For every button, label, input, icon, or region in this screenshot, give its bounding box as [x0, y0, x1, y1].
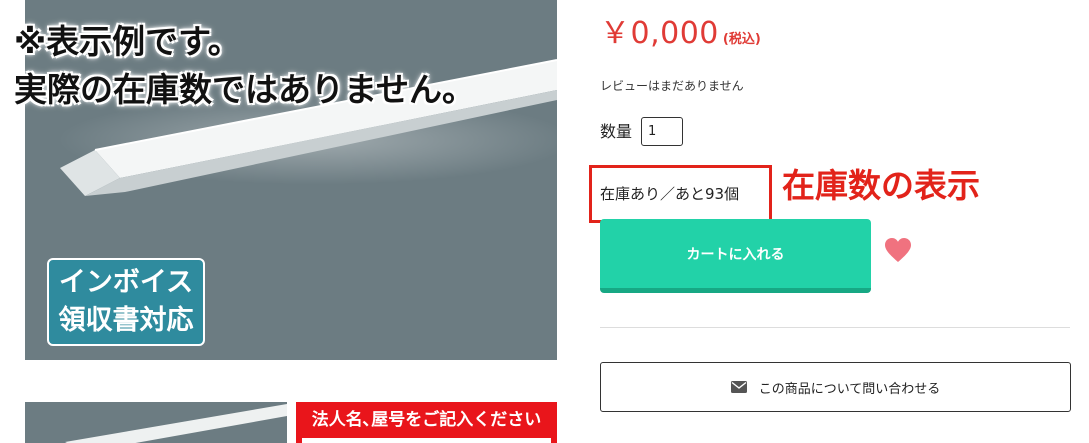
thumbnail-fixture-illustration [65, 404, 287, 443]
display-example-caption: ※表示例です。 実際の在庫数ではありません。 [14, 18, 475, 114]
thumbnail-business-name-banner[interactable]: 法人名､屋号をご記入ください [296, 402, 557, 443]
caption-line-1: ※表示例です。 [14, 22, 241, 61]
invoice-badge-line-2: 領収書対応 [58, 305, 194, 336]
tax-note: (税込) [722, 32, 761, 47]
invoice-badge: インボイス 領収書対応 [47, 258, 205, 346]
thumbnail-banner-field [302, 438, 551, 443]
stock-annotation-label: 在庫数の表示 [782, 166, 980, 205]
price-amount: ￥0,000 [600, 16, 719, 51]
quantity-input[interactable] [641, 117, 683, 146]
thumbnail-product-image[interactable] [25, 402, 287, 443]
stock-status: 在庫あり／あと93個 [600, 185, 740, 203]
quantity-label: 数量 [600, 122, 633, 141]
product-price: ￥0,000 (税込) [600, 8, 761, 52]
caption-line-2: 実際の在庫数ではありません。 [14, 70, 476, 109]
add-to-cart-button[interactable]: カートに入れる [600, 219, 871, 293]
thumbnail-banner-text: 法人名､屋号をご記入ください [311, 410, 542, 430]
envelope-icon [730, 381, 747, 393]
product-page: インボイス 領収書対応 ※表示例です。 実際の在庫数ではありません。 法人名､屋… [0, 0, 1089, 443]
section-divider [600, 327, 1070, 328]
contact-about-product-button[interactable]: この商品について問い合わせる [600, 362, 1071, 412]
review-status: レビューはまだありません [600, 79, 744, 93]
heart-icon[interactable] [884, 237, 912, 263]
invoice-badge-line-1: インボイス [58, 267, 194, 298]
contact-button-label: この商品について問い合わせる [758, 381, 941, 397]
